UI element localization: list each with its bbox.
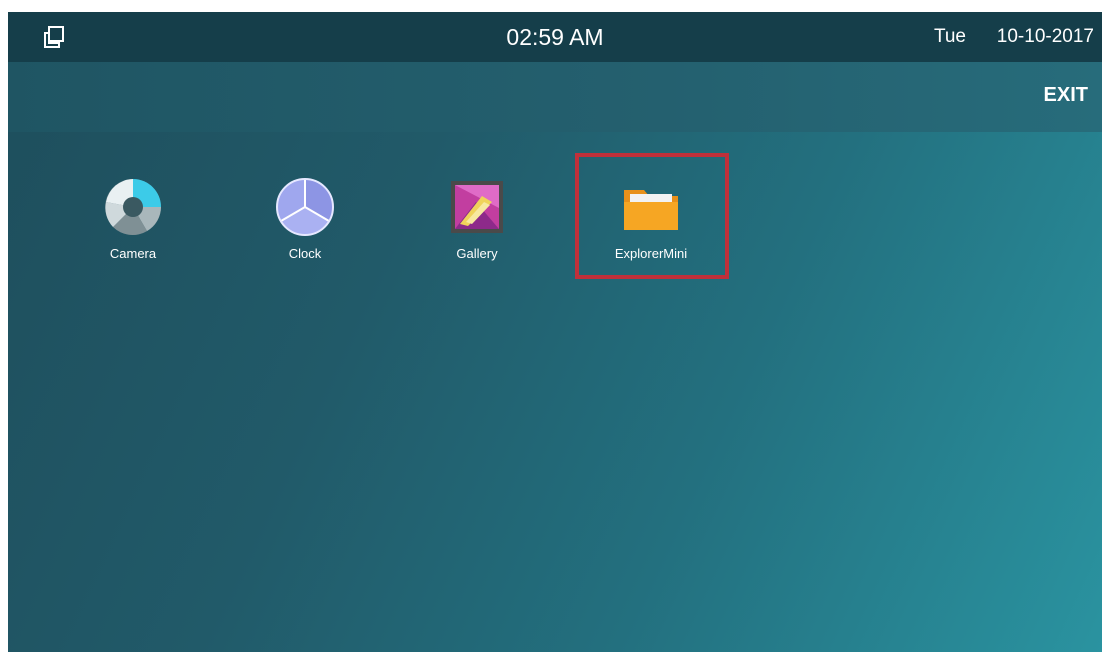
status-bar: 02:59 AM Tue 10-10-2017 [8, 12, 1102, 62]
camera-icon [105, 179, 161, 235]
action-bar: EXIT [8, 62, 1102, 132]
exit-button[interactable]: EXIT [1044, 84, 1088, 107]
highlight-box [575, 153, 729, 279]
app-camera[interactable]: Camera [68, 174, 198, 284]
app-clock[interactable]: Clock [240, 174, 370, 284]
app-label-clock: Clock [288, 246, 322, 261]
app-label-camera: Camera [109, 246, 157, 261]
home-screen: 02:59 AM Tue 10-10-2017 EXIT Camera Cloc… [8, 12, 1102, 652]
app-gallery[interactable]: Gallery [412, 174, 542, 284]
app-label-gallery: Gallery [456, 246, 498, 261]
multi-window-icon[interactable] [42, 25, 66, 49]
status-date: 10-10-2017 [996, 26, 1094, 47]
status-day: Tue [933, 26, 966, 47]
gallery-icon [451, 181, 503, 233]
clock-icon [276, 178, 334, 236]
